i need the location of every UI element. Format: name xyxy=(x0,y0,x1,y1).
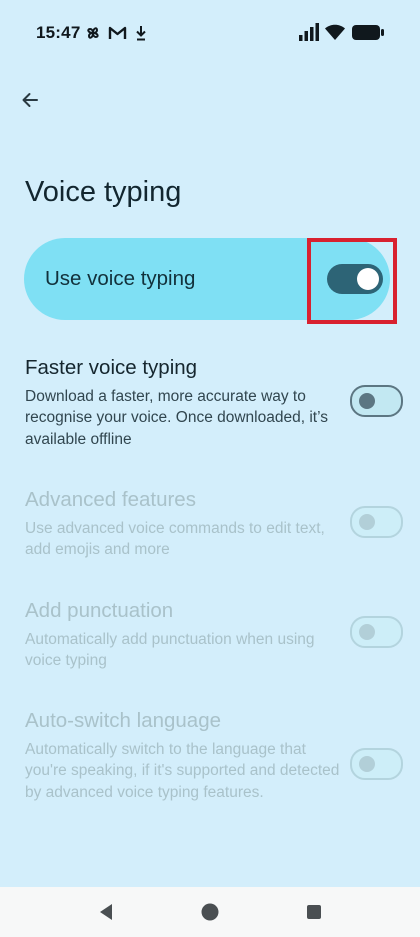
setting-faster-voice-typing[interactable]: Faster voice typing Download a faster, m… xyxy=(25,356,340,450)
add-punctuation-toggle xyxy=(350,616,403,648)
setting-title: Faster voice typing xyxy=(25,356,198,379)
toggle-knob xyxy=(357,268,379,290)
battery-icon xyxy=(351,24,385,46)
toggle-knob xyxy=(359,624,375,640)
setting-description: Download a faster, more accurate way to … xyxy=(25,387,328,448)
nav-back-button[interactable] xyxy=(96,901,118,923)
setting-description: Automatically switch to the language tha… xyxy=(25,740,340,801)
setting-title: Auto-switch language xyxy=(25,709,222,732)
auto-switch-language-toggle xyxy=(350,748,403,780)
status-time: 15:47 xyxy=(36,23,81,42)
arrow-back-icon xyxy=(22,93,38,107)
toggle-knob xyxy=(359,393,375,409)
gmail-icon xyxy=(108,24,128,44)
home-circle-icon xyxy=(201,903,219,921)
use-voice-typing-label: Use voice typing xyxy=(45,267,196,290)
faster-voice-typing-toggle[interactable] xyxy=(350,385,403,417)
advanced-features-toggle xyxy=(350,506,403,538)
download-icon xyxy=(134,24,154,44)
page-title: Voice typing xyxy=(25,176,182,208)
setting-description: Automatically add punctuation when using… xyxy=(25,630,315,670)
back-triangle-icon xyxy=(100,904,112,920)
navigation-bar xyxy=(0,887,420,937)
status-bar: 15:47 xyxy=(0,0,420,66)
recents-square-icon xyxy=(307,905,321,919)
setting-title: Advanced features xyxy=(25,488,196,511)
setting-add-punctuation: Add punctuation Automatically add punctu… xyxy=(25,599,340,672)
use-voice-typing-toggle[interactable] xyxy=(327,264,383,294)
signal-icon xyxy=(298,22,320,47)
setting-auto-switch-language: Auto-switch language Automatically switc… xyxy=(25,709,340,803)
pinwheel-icon xyxy=(84,24,104,44)
setting-description: Use advanced voice commands to edit text… xyxy=(25,519,325,559)
setting-advanced-features: Advanced features Use advanced voice com… xyxy=(25,488,340,561)
toggle-knob xyxy=(359,756,375,772)
nav-home-button[interactable] xyxy=(199,901,221,923)
nav-recents-button[interactable] xyxy=(303,901,325,923)
back-button[interactable] xyxy=(12,82,48,118)
wifi-icon xyxy=(324,22,346,47)
setting-title: Add punctuation xyxy=(25,599,174,622)
toggle-knob xyxy=(359,514,375,530)
